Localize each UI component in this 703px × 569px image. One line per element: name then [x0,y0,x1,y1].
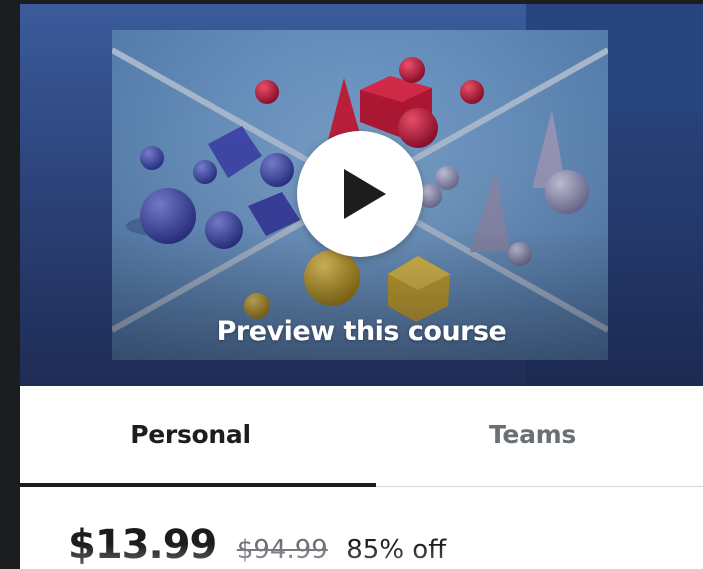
course-preview[interactable]: Preview this course [20,4,703,386]
active-tab-indicator [20,483,376,487]
tab-teams[interactable]: Teams [362,386,703,487]
tab-personal-label: Personal [130,420,251,449]
left-dark-strip [0,0,20,569]
price-row: $13.99 $94.99 85% off [68,522,446,569]
tab-teams-label: Teams [489,420,576,449]
course-purchase-card: Preview this course Personal Teams $13.9… [20,4,703,569]
play-button[interactable] [297,131,423,257]
discount-badge: 85% off [346,535,447,565]
play-icon [344,169,386,219]
tab-personal[interactable]: Personal [20,386,361,487]
current-price: $13.99 [68,522,217,568]
original-price: $94.99 [236,535,328,565]
app-frame: Preview this course Personal Teams $13.9… [0,0,703,569]
preview-label: Preview this course [216,316,507,347]
pricing-tabs: Personal Teams [20,386,703,487]
